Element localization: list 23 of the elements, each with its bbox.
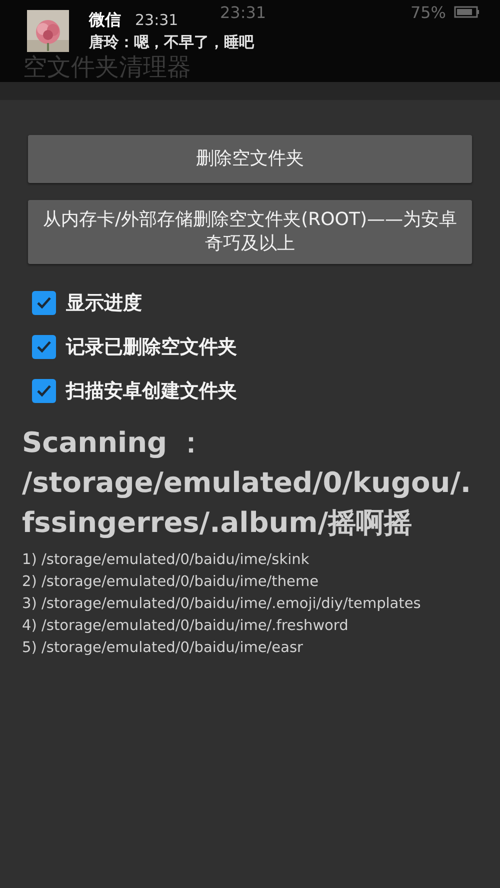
notification-app-name: 微信 (89, 10, 121, 31)
check-icon (36, 340, 52, 354)
option-label: 记录已删除空文件夹 (66, 335, 237, 360)
result-path: 4) /storage/emulated/0/baidu/ime/.freshword (22, 617, 350, 636)
option-label: 显示进度 (66, 291, 142, 316)
action-button[interactable]: 从内存卡/外部存储删除空文件夹(ROOT)——为安卓奇巧及以上 (28, 200, 472, 264)
result-path: 1) /storage/emulated/0/baidu/ime/skink (22, 551, 310, 570)
action-button[interactable]: 删除空文件夹 (28, 135, 472, 183)
notification-time: 23:31 (135, 11, 178, 29)
battery-icon (454, 6, 480, 18)
option-label: 扫描安卓创建文件夹 (66, 379, 237, 404)
checkbox[interactable] (32, 291, 56, 315)
checkbox[interactable] (32, 379, 56, 403)
check-icon (36, 384, 52, 398)
battery-level: 75% (410, 2, 446, 22)
notification-message: 唐玲：嗯，不早了，睡吧 (89, 33, 254, 52)
checkbox[interactable] (32, 335, 56, 359)
check-icon (36, 296, 52, 310)
result-path: 2) /storage/emulated/0/baidu/ime/theme (22, 573, 320, 592)
scan-status: Scanning ： /storage/emulated/0/kugou/. fssingerres/.album/摇啊摇 (22, 425, 472, 541)
status-time: 23:31 (220, 2, 268, 22)
result-path: 5) /storage/emulated/0/baidu/ime/easr (22, 639, 304, 658)
result-path: 3) /storage/emulated/0/baidu/ime/.emoji/diy/templates (22, 595, 422, 614)
